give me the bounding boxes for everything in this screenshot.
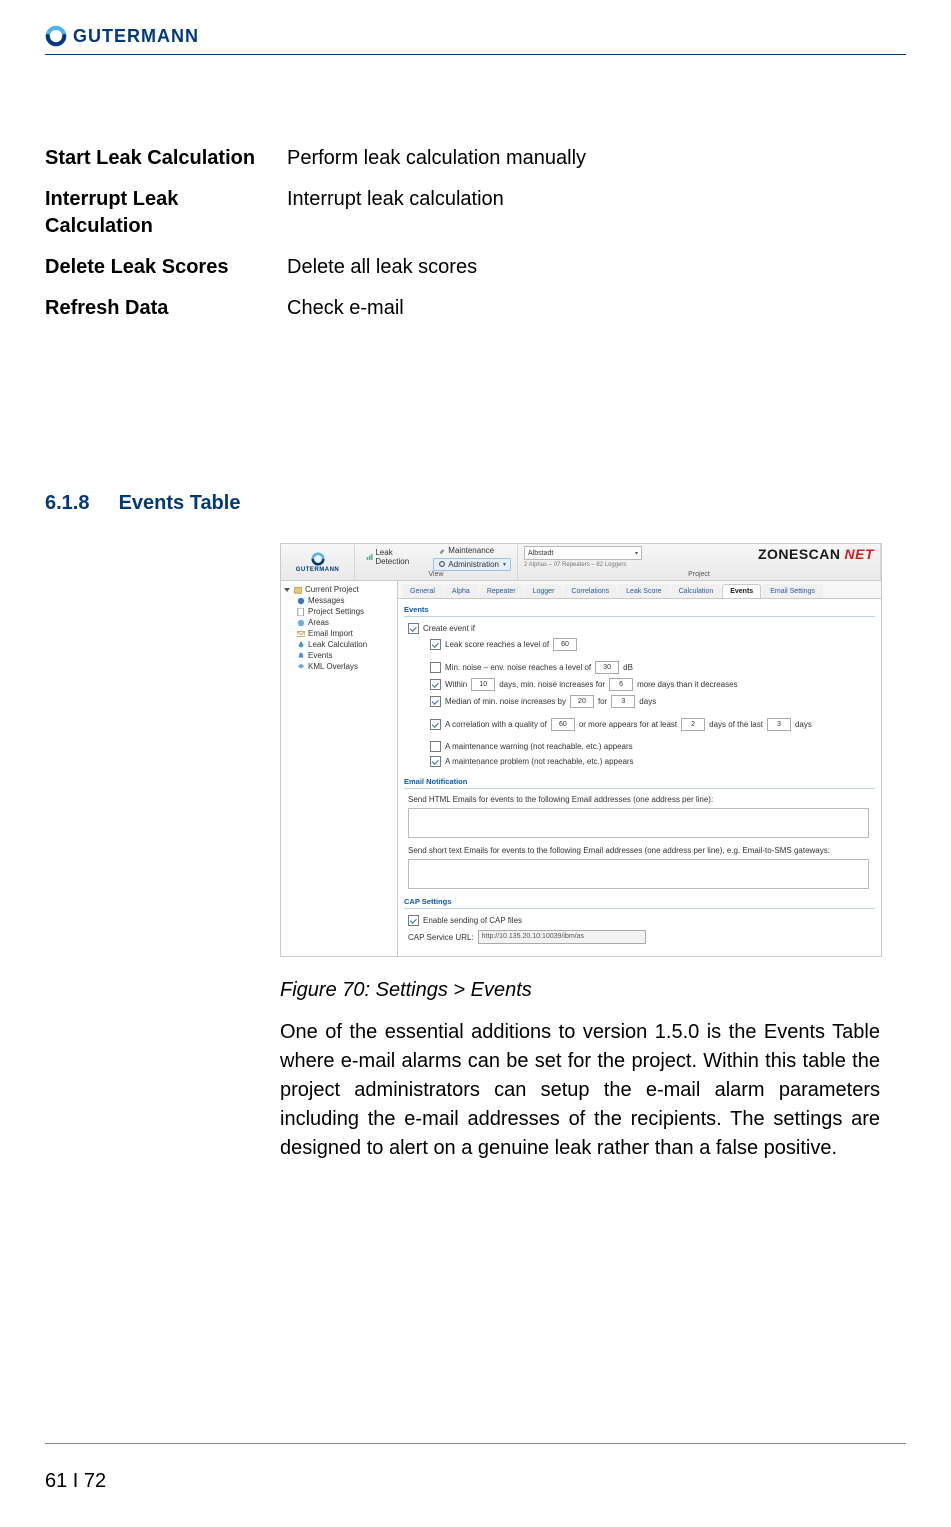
administration-button[interactable]: Administration ▾ [433,558,511,571]
globe-icon [297,619,305,627]
corr-quality-input[interactable]: 60 [551,718,575,731]
nav-tree: Current Project Messages Project Setting… [281,581,398,956]
info-icon [297,597,305,605]
wrench-icon [438,546,446,554]
cap-url-input[interactable]: http://10.135.20.10:10039/ibm/as [478,930,646,944]
section-heading: 6.1.8 Events Table [45,492,906,515]
rule-correlation-checkbox[interactable] [430,719,441,730]
section-number: 6.1.8 [45,492,113,515]
tree-item-events[interactable]: Events [283,650,395,661]
corr-window-input[interactable]: 3 [767,718,791,731]
tree-item-email-import[interactable]: Email Import [283,628,395,639]
def-value: Perform leak calculation manually [287,145,906,172]
bell-icon [297,652,305,660]
def-value: Check e-mail [287,295,906,322]
ribbon-group-title: View [361,571,511,578]
tab-email-settings[interactable]: Email Settings [762,584,823,598]
cap-enable-checkbox[interactable] [408,915,419,926]
median-days-input[interactable]: 3 [611,695,635,708]
min-noise-input[interactable]: 30 [595,661,619,674]
corr-atleast-input[interactable]: 2 [681,718,705,731]
tab-repeater[interactable]: Repeater [479,584,524,598]
header-rule: GUTERMANN [45,18,906,55]
drop-icon [297,641,305,649]
tree-item-areas[interactable]: Areas [283,617,395,628]
tree-item-project-settings[interactable]: Project Settings [283,606,395,617]
gutermann-logo-icon [311,552,325,566]
figure-caption: Figure 70: Settings > Events [280,979,880,1002]
html-email-textarea[interactable] [408,808,869,838]
group-events-title: Events [404,603,875,617]
def-value: Delete all leak scores [287,254,906,281]
def-label: Start Leak Calculation [45,145,275,172]
median-increase-input[interactable]: 20 [570,695,594,708]
tab-alpha[interactable]: Alpha [444,584,478,598]
tab-general[interactable]: General [402,584,443,598]
chart-icon [366,553,373,561]
chevron-down-icon: ▾ [635,550,638,557]
tree-item-kml-overlays[interactable]: KML Overlays [283,661,395,672]
create-event-checkbox[interactable] [408,623,419,634]
section-title: Events Table [119,492,241,514]
within-days-input[interactable]: 10 [471,678,495,691]
zonescan-logo: ZONESCANNET [758,546,874,562]
def-label: Interrupt Leak Calculation [45,186,275,240]
tab-logger[interactable]: Logger [525,584,563,598]
doc-icon [297,608,305,616]
project-summary: 2 Alphas – 07 Repeaters – 82 Loggers [524,562,626,568]
sms-email-textarea[interactable] [408,859,869,889]
rule-within-days-checkbox[interactable] [430,679,441,690]
tab-correlations[interactable]: Correlations [563,584,617,598]
tree-item-messages[interactable]: Messages [283,595,395,606]
group-cap-title: CAP Settings [404,895,875,909]
app-window: GUTERMANN Leak Detection Maintena [280,543,882,957]
rule-min-noise-checkbox[interactable] [430,662,441,673]
brand-name: GUTERMANN [73,26,199,47]
folder-icon [294,586,302,594]
def-label: Refresh Data [45,295,275,322]
rule-leak-score-checkbox[interactable] [430,639,441,650]
project-dropdown[interactable]: Albstadt ▾ [524,546,642,560]
rule-median-checkbox[interactable] [430,696,441,707]
gutermann-logo-icon [45,25,67,47]
group-email-title: Email Notification [404,775,875,789]
brand-logo: GUTERMANN [45,25,199,47]
gear-icon [438,560,446,568]
mail-icon [297,630,305,638]
content-pane: General Alpha Repeater Logger Correlatio… [398,581,881,956]
figure-70: ZONESCANNET GUTERMANN [280,543,880,1163]
tree-root[interactable]: Current Project [283,584,395,595]
tabstrip: General Alpha Repeater Logger Correlatio… [398,581,881,598]
increase-days-input[interactable]: 6 [609,678,633,691]
app-logo: GUTERMANN [281,544,355,580]
chevron-down-icon: ▾ [503,561,506,568]
layers-icon [297,663,305,671]
def-value: Interrupt leak calculation [287,186,906,240]
tab-leak-score[interactable]: Leak Score [618,584,669,598]
tree-item-leak-calculation[interactable]: Leak Calculation [283,639,395,650]
rule-maint-warning-checkbox[interactable] [430,741,441,752]
leak-detection-button[interactable]: Leak Detection [361,546,429,568]
body-paragraph: One of the essential additions to versio… [280,1018,880,1163]
definitions-table: Start Leak Calculation Perform leak calc… [45,145,906,322]
rule-maint-problem-checkbox[interactable] [430,756,441,767]
ribbon-group-title: Project [524,571,874,578]
leak-score-input[interactable]: 60 [553,638,577,651]
tab-calculation[interactable]: Calculation [671,584,722,598]
def-label: Delete Leak Scores [45,254,275,281]
page-footer: 61 I 72 [45,1443,906,1493]
maintenance-button[interactable]: Maintenance [433,544,511,557]
page-number: 61 I 72 [45,1470,906,1493]
tab-events[interactable]: Events [722,584,761,598]
